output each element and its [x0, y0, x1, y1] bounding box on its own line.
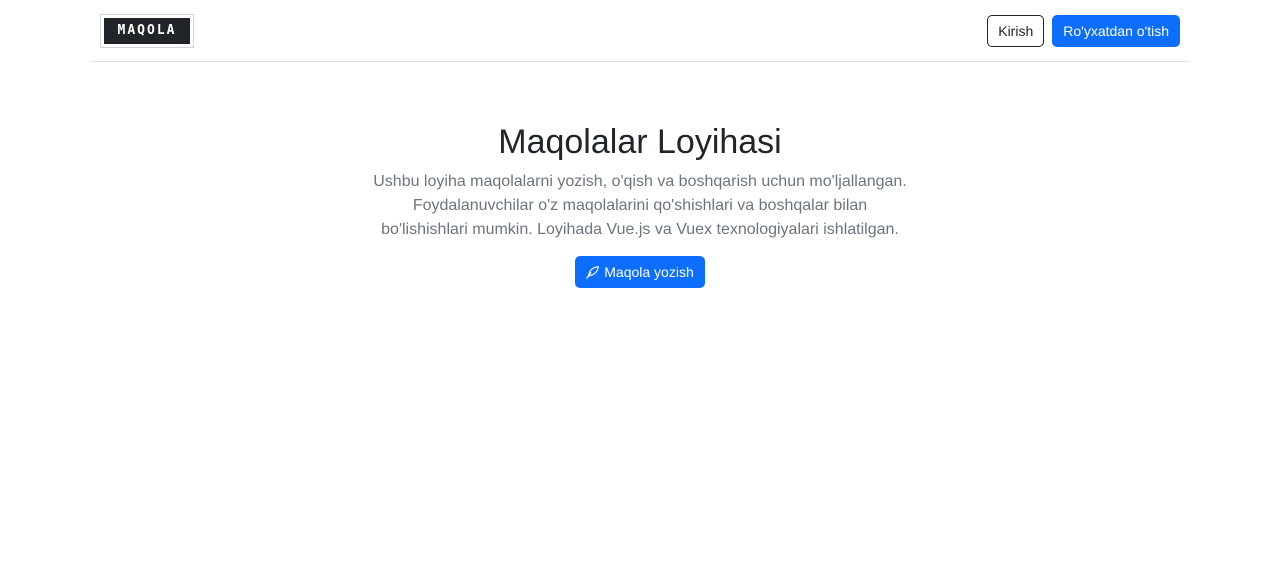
write-article-label: Maqola yozish: [604, 264, 694, 280]
hero-section: Maqolalar Loyihasi Ushbu loyiha maqolala…: [90, 62, 1190, 288]
nav-actions: Kirish Ro'yxatdan o'tish: [987, 14, 1180, 47]
logo-link[interactable]: MAQOLA: [100, 13, 194, 48]
logo: MAQOLA: [104, 17, 190, 44]
login-button[interactable]: Kirish: [987, 14, 1045, 47]
page-container: MAQOLA Kirish Ro'yxatdan o'tish Maqolala…: [90, 0, 1190, 288]
hero-description: Ushbu loyiha maqolalarni yozish, o'qish …: [373, 173, 907, 238]
write-article-button[interactable]: Maqola yozish: [575, 256, 705, 288]
feather-pen-icon: [586, 265, 600, 279]
page-title: Maqolalar Loyihasi: [498, 123, 782, 161]
register-button[interactable]: Ro'yxatdan o'tish: [1052, 14, 1180, 47]
navbar: MAQOLA Kirish Ro'yxatdan o'tish: [90, 0, 1190, 62]
